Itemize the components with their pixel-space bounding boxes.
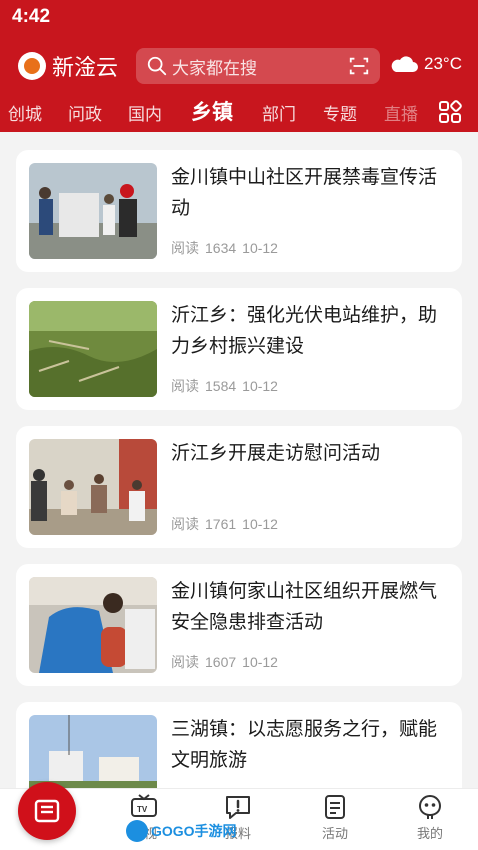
cloud-icon bbox=[391, 56, 418, 72]
article-card[interactable]: 金川镇何家山社区组织开展燃气安全隐患排查活动 阅读 1607 10-12 bbox=[16, 564, 462, 686]
read-label: 阅读 bbox=[171, 240, 199, 256]
article-meta: 阅读 1634 10-12 bbox=[171, 238, 284, 258]
nav-label: 我的 bbox=[416, 827, 443, 842]
search-icon bbox=[147, 56, 167, 76]
read-count: 1761 bbox=[205, 516, 237, 532]
tab-zhibo[interactable]: 直播 bbox=[384, 100, 418, 125]
article-card[interactable]: 沂江乡：强化光伏电站维护，助力乡村振兴建设 阅读 1584 10-12 bbox=[16, 288, 462, 410]
status-time: 4:42 bbox=[12, 6, 51, 27]
tv-icon: TV bbox=[131, 794, 157, 817]
brand[interactable]: 新淦云 bbox=[18, 50, 118, 82]
read-label: 阅读 bbox=[171, 378, 199, 394]
read-label: 阅读 bbox=[171, 654, 199, 670]
article-thumbnail bbox=[29, 163, 157, 259]
scan-icon[interactable] bbox=[348, 55, 370, 77]
article-meta: 阅读 1607 10-12 bbox=[171, 652, 284, 672]
tab-zhuanti[interactable]: 专题 bbox=[323, 100, 357, 125]
tab-guonei[interactable]: 国内 bbox=[128, 100, 162, 125]
search-bar[interactable]: 大家都在搜 bbox=[136, 48, 380, 84]
news-icon bbox=[34, 799, 60, 823]
watermark-logo-icon bbox=[126, 820, 148, 842]
article-title: 沂江乡开展走访慰问活动 bbox=[171, 442, 381, 464]
activity-icon bbox=[325, 795, 345, 819]
weather-widget[interactable]: 23°C bbox=[388, 52, 462, 76]
tab-xiangzhen[interactable]: 乡镇 bbox=[191, 96, 233, 126]
article-thumbnail bbox=[29, 439, 157, 535]
brand-name: 新淦云 bbox=[52, 56, 119, 81]
article-title: 金川镇中山社区开展禁毒宣传活动 bbox=[171, 166, 438, 219]
article-title: 三湖镇：以志愿服务之行，赋能文明旅游 bbox=[171, 718, 438, 771]
nav-activity[interactable]: 活动 bbox=[305, 793, 365, 842]
tab-chuangcheng[interactable]: 创城 bbox=[8, 100, 42, 125]
grid-menu-icon[interactable] bbox=[438, 100, 462, 124]
nav-profile[interactable]: 我的 bbox=[400, 793, 460, 842]
read-label: 阅读 bbox=[171, 516, 199, 532]
nav-label: 活动 bbox=[321, 827, 348, 842]
article-date: 10-12 bbox=[242, 654, 278, 670]
article-card[interactable]: 金川镇中山社区开展禁毒宣传活动 阅读 1634 10-12 bbox=[16, 150, 462, 272]
tab-bumen[interactable]: 部门 bbox=[262, 100, 296, 125]
article-title: 金川镇何家山社区组织开展燃气安全隐患排查活动 bbox=[171, 580, 438, 633]
article-date: 10-12 bbox=[242, 516, 278, 532]
article-thumbnail bbox=[29, 577, 157, 673]
app-header: 4:42 新淦云 大家都在搜 23°C 创城 问政 国内 乡镇 部门 专题 直播 bbox=[0, 0, 478, 132]
article-date: 10-12 bbox=[242, 378, 278, 394]
watermark-text: GOGO手游网 bbox=[151, 823, 237, 839]
article-thumbnail bbox=[29, 301, 157, 397]
article-card[interactable]: 沂江乡开展走访慰问活动 阅读 1761 10-12 bbox=[16, 426, 462, 548]
profile-icon bbox=[418, 794, 442, 819]
channel-tabs: 创城 问政 国内 乡镇 部门 专题 直播 bbox=[0, 96, 478, 132]
report-icon bbox=[226, 796, 250, 819]
watermark: GOGO手游网 bbox=[126, 820, 237, 842]
brand-logo-icon bbox=[18, 52, 46, 80]
article-title: 沂江乡：强化光伏电站维护，助力乡村振兴建设 bbox=[171, 304, 438, 357]
tab-wenzheng[interactable]: 问政 bbox=[68, 100, 102, 125]
article-meta: 阅读 1584 10-12 bbox=[171, 376, 284, 396]
svg-text:TV: TV bbox=[137, 805, 148, 814]
read-count: 1584 bbox=[205, 378, 237, 394]
temperature: 23°C bbox=[424, 54, 462, 73]
article-meta: 阅读 1761 10-12 bbox=[171, 514, 284, 534]
read-count: 1607 bbox=[205, 654, 237, 670]
read-count: 1634 bbox=[205, 240, 237, 256]
article-date: 10-12 bbox=[242, 240, 278, 256]
nav-news-button[interactable] bbox=[18, 782, 76, 840]
search-placeholder: 大家都在搜 bbox=[172, 58, 257, 79]
